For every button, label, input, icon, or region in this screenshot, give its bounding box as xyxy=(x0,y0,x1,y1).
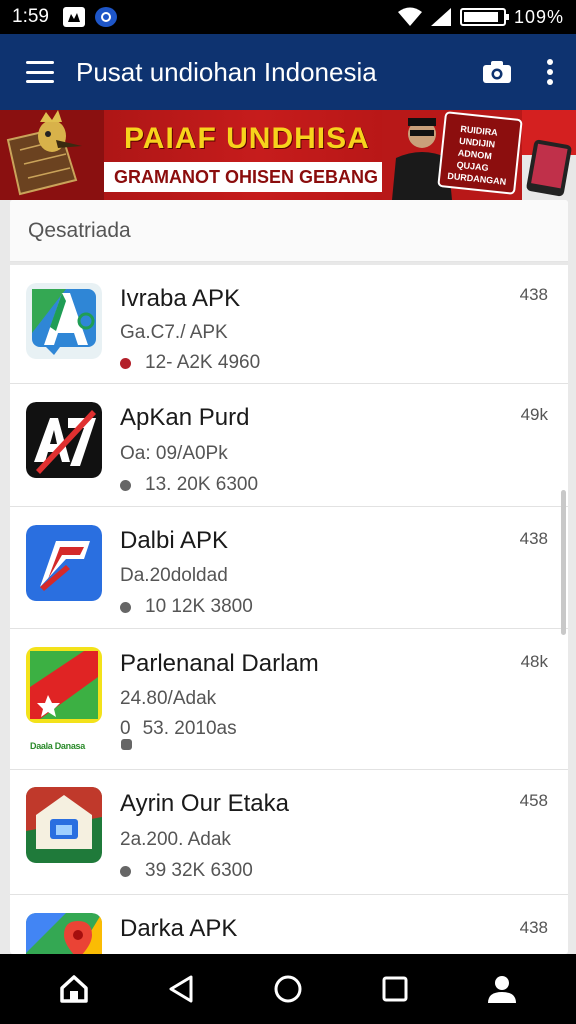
app-stats-prefix: 0 xyxy=(120,718,131,739)
status-dot xyxy=(120,357,131,369)
app-name: Ayrin Our Etaka xyxy=(120,790,289,817)
signal-icon xyxy=(430,8,451,26)
app-stats-text: 53. 2010as xyxy=(142,718,237,739)
app-size: 438 xyxy=(519,918,548,937)
icon-caption: Daala Danasa xyxy=(30,741,85,751)
app-subtitle: Ga.C7./ APK xyxy=(120,322,228,343)
list-item[interactable]: Ivraba APK Ga.C7./ APK 12- A2K 4960 438 xyxy=(10,265,568,384)
app-bar: Pusat undiohan Indonesia xyxy=(0,34,576,110)
house-app-icon xyxy=(26,787,102,863)
flag-app-icon xyxy=(26,525,102,601)
recents-circle-icon[interactable] xyxy=(268,969,308,1009)
status-bar: 1:59 109% xyxy=(0,0,576,34)
wifi-icon xyxy=(397,7,422,26)
menu-icon[interactable] xyxy=(26,61,54,83)
app-subtitle: 2a.200. Adak xyxy=(120,829,231,850)
app-stats: 39 32K 6300 xyxy=(120,860,253,882)
search-bar xyxy=(10,200,568,262)
overview-square-icon[interactable] xyxy=(375,969,415,1009)
app-title: Pusat undiohan Indonesia xyxy=(76,56,377,87)
app-size: 458 xyxy=(519,791,548,810)
list-item[interactable]: Dalbi APK Da.20doldad 10 12K 3800 438 xyxy=(10,507,568,629)
apk-list-card: Ivraba APK Ga.C7./ APK 12- A2K 4960 438 … xyxy=(10,200,568,954)
battery-icon xyxy=(459,8,509,26)
status-dot xyxy=(120,865,131,877)
android-studio-icon xyxy=(26,283,102,359)
promo-banner[interactable]: PAIAF UNDHISA GRAMANOT OHISEN GEBANG RUI… xyxy=(0,110,576,200)
app-stats-text: 12- A2K 4960 xyxy=(145,352,261,373)
camera-icon[interactable] xyxy=(482,60,512,84)
app-notification-icon xyxy=(94,7,117,27)
app-name: Dalbi APK xyxy=(120,527,229,554)
app-size: 48k xyxy=(520,652,548,671)
profile-icon[interactable] xyxy=(482,969,522,1009)
more-vert-icon[interactable] xyxy=(546,59,554,85)
app-name: Ivraba APK xyxy=(120,285,241,312)
app-stats: 13. 20K 6300 xyxy=(120,474,258,496)
banner-title: PAIAF UNDHISA xyxy=(124,122,370,155)
list-item[interactable]: Darka APK 438 xyxy=(10,895,568,954)
app-stats-text: 10 12K 3800 xyxy=(145,596,253,617)
app-subtitle: 24.80/Adak xyxy=(120,688,217,709)
status-dot xyxy=(121,739,132,750)
app-subtitle: Oa: 09/A0Pk xyxy=(120,443,228,464)
back-icon[interactable] xyxy=(161,969,201,1009)
navigation-bar xyxy=(0,954,576,1024)
app-stats: 10 12K 3800 xyxy=(120,596,253,618)
list-item[interactable]: ApKan Purd Oa: 09/A0Pk 13. 20K 6300 49k xyxy=(10,384,568,507)
list-item[interactable]: Daala Danasa Parlenanal Darlam 24.80/Ada… xyxy=(10,629,568,770)
maps-app-icon xyxy=(26,913,102,954)
notification-icon xyxy=(62,7,85,27)
app-stats: 12- A2K 4960 xyxy=(120,352,260,374)
app-stats-text: 39 32K 6300 xyxy=(145,860,253,881)
app-name: ApKan Purd xyxy=(120,404,250,431)
red-flag-app-icon xyxy=(26,647,102,723)
banner-subtitle: GRAMANOT OHISEN GEBANG xyxy=(104,162,388,192)
app-size: 438 xyxy=(519,285,548,304)
wayang-puppet-illustration xyxy=(0,110,104,200)
status-dot xyxy=(120,601,131,613)
app-name: Parlenanal Darlam xyxy=(120,650,319,677)
list-item[interactable]: Ayrin Our Etaka 2a.200. Adak 39 32K 6300… xyxy=(10,770,568,895)
scrollbar[interactable] xyxy=(561,490,566,635)
promo-person-illustration: RUIDIRA UNDIJIN ADNOM QUJAG DURDANGAN xyxy=(382,110,576,200)
app-subtitle: Da.20doldad xyxy=(120,565,228,586)
app-size: 438 xyxy=(519,529,548,548)
search-input[interactable] xyxy=(28,218,568,243)
status-dot xyxy=(120,479,131,491)
app-name: Darka APK xyxy=(120,915,238,942)
status-time: 1:59 xyxy=(12,6,49,27)
a7-app-icon xyxy=(26,402,102,478)
app-size: 49k xyxy=(520,405,548,424)
battery-percent: 109% xyxy=(513,6,564,27)
app-stats-text: 13. 20K 6300 xyxy=(145,474,259,495)
app-stats: 0 53. 2010as xyxy=(120,718,237,740)
home-icon[interactable] xyxy=(54,969,94,1009)
